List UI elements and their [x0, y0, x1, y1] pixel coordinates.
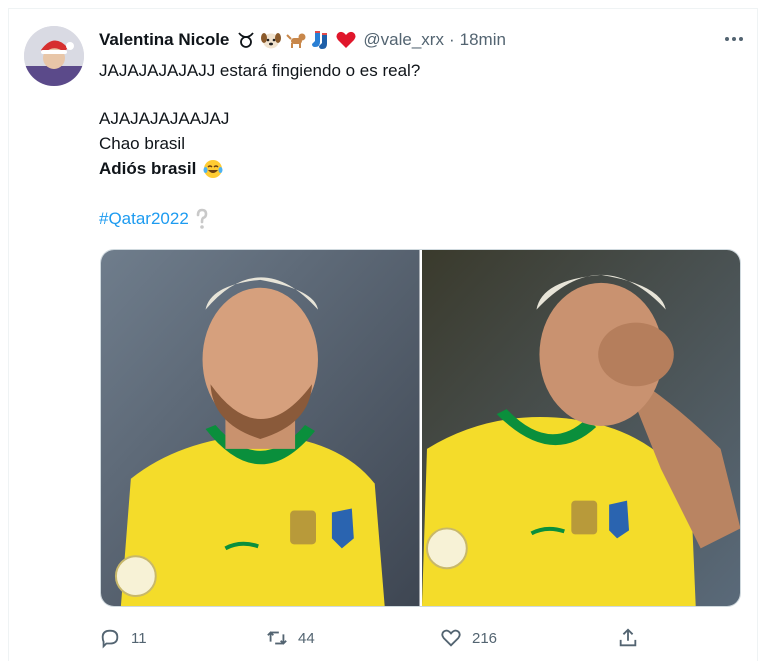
tweet-media[interactable]: [100, 249, 741, 607]
red-heart-icon: [336, 31, 356, 48]
tweet-text-line-3: Chao brasil: [99, 134, 185, 153]
tweet-page: Valentina Nicole @vale_xrx · 18min JAJAJ…: [0, 0, 768, 661]
author-emojis: [235, 29, 357, 51]
like-count: 216: [472, 629, 498, 647]
tweet-text-line-4-row: Adiós brasil: [99, 158, 224, 180]
tears-of-joy-icon: [203, 160, 223, 178]
dog-face-icon: [261, 33, 282, 49]
timestamp[interactable]: 18min: [460, 30, 506, 50]
share-button[interactable]: [617, 626, 639, 650]
tweet-text-line-2: AJAJAJAJAAJAJ: [99, 109, 230, 128]
author-handle[interactable]: @vale_xrx: [363, 30, 444, 50]
media-photo-2[interactable]: [421, 250, 740, 606]
author-name[interactable]: Valentina Nicole: [99, 30, 229, 50]
more-options-icon[interactable]: [722, 30, 746, 48]
taurus-icon: [238, 32, 255, 48]
hashtag-row: #Qatar2022: [99, 208, 209, 230]
avatar[interactable]: [24, 26, 84, 86]
socks-icon: [312, 31, 328, 49]
like-button[interactable]: 216: [440, 626, 497, 650]
heart-icon: [441, 629, 461, 647]
retweet-count: 44: [298, 629, 315, 647]
tweet-text-line-4: Adiós brasil: [99, 159, 197, 178]
tweet-header: Valentina Nicole @vale_xrx · 18min: [99, 28, 506, 52]
tweet-actions: 11 44 216: [99, 626, 644, 650]
hashtag-link[interactable]: #Qatar2022: [99, 208, 189, 230]
separator-dot: ·: [448, 30, 455, 49]
reply-button[interactable]: 11: [99, 626, 147, 650]
retweet-button[interactable]: 44: [266, 626, 315, 650]
question-mark-icon: [196, 208, 208, 229]
dog-icon: [286, 33, 306, 48]
reply-icon: [101, 629, 119, 649]
reply-count: 11: [131, 629, 147, 647]
share-icon: [619, 628, 637, 647]
media-photo-1[interactable]: [101, 250, 420, 606]
retweet-icon: [267, 631, 287, 645]
tweet-text-line-1: JAJAJAJAJAJJ estará fingiendo o es real?: [99, 61, 421, 80]
